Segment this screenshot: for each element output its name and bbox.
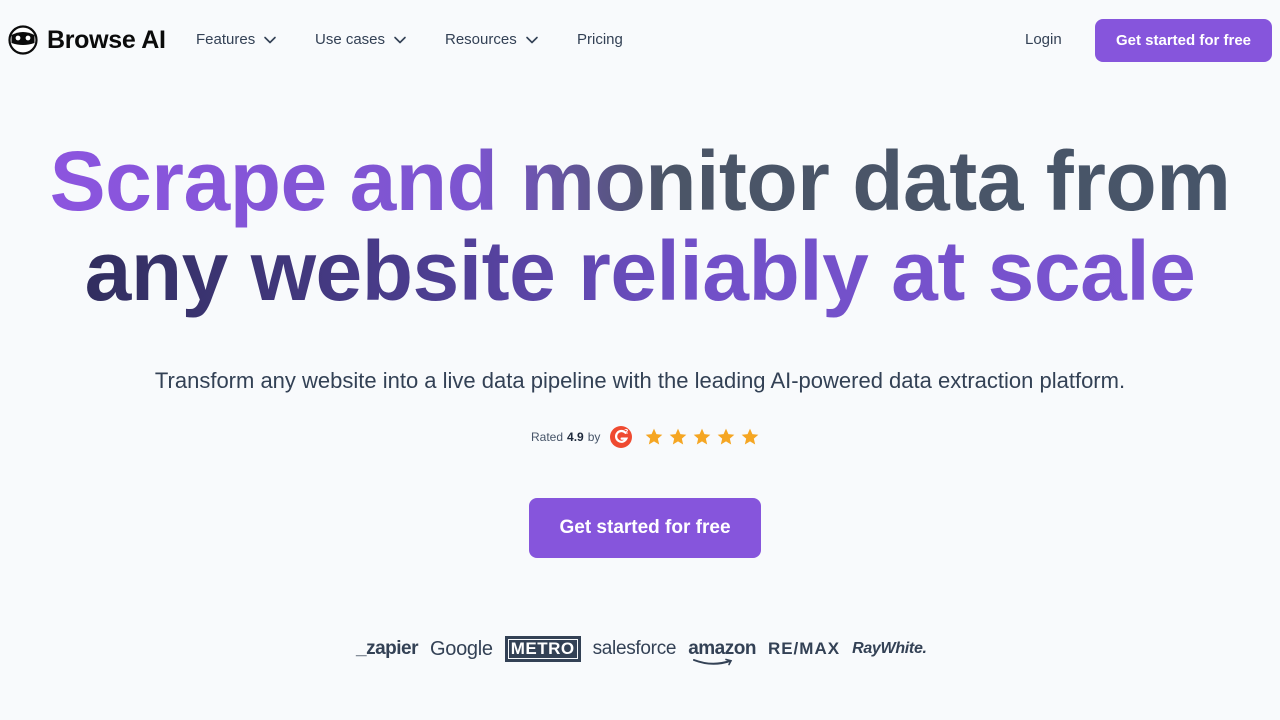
- hero-subtitle: Transform any website into a live data p…: [154, 368, 1126, 393]
- nav-item-label: Use cases: [315, 31, 386, 48]
- remax-logo: RE/MAX: [767, 639, 841, 658]
- top-navigation: Browse AI Features Use cases Resources P…: [0, 0, 1280, 82]
- hero-title-line-1: Scrape and monitor data from: [49, 134, 1231, 228]
- rating-stars: [644, 427, 760, 447]
- get-started-button-hero[interactable]: Get started for free: [529, 498, 761, 558]
- customer-logos: _zapier Google METRO salesforce amazon R…: [356, 634, 927, 666]
- nav-item-pricing[interactable]: Pricing: [577, 31, 623, 48]
- star-icon: [670, 428, 687, 445]
- star-icon: [718, 428, 735, 445]
- amazon-logo-text: amazon: [688, 638, 756, 659]
- nav-item-use-cases[interactable]: Use cases: [315, 31, 407, 48]
- get-started-button-nav[interactable]: Get started for free: [1095, 19, 1272, 62]
- star-icon: [646, 428, 663, 445]
- rating-prefix: Rated: [531, 430, 564, 444]
- zapier-logo: _zapier: [356, 638, 418, 659]
- chevron-down-icon: [525, 36, 538, 43]
- amazon-smile-icon: [693, 658, 733, 666]
- hero-title: Scrape and monitor data from any website…: [0, 136, 1280, 316]
- nav-item-resources[interactable]: Resources: [445, 31, 539, 48]
- brand-logo[interactable]: Browse AI: [8, 25, 166, 55]
- metro-logo: METRO: [504, 636, 581, 662]
- rating-value: 4.9: [567, 430, 584, 444]
- salesforce-logo: salesforce: [592, 638, 677, 659]
- nav-item-label: Features: [196, 31, 256, 48]
- nav-item-label: Pricing: [577, 31, 623, 48]
- nav-item-features[interactable]: Features: [196, 31, 277, 48]
- nav-item-label: Resources: [445, 31, 517, 48]
- hero-title-line-2: any website reliably at scale: [84, 224, 1196, 318]
- star-icon: [742, 428, 759, 445]
- amazon-logo: amazon: [688, 638, 756, 666]
- svg-text:2: 2: [625, 429, 629, 436]
- rating-by: by: [587, 430, 601, 444]
- raywhite-logo: RayWhite.: [852, 640, 927, 657]
- google-logo: Google: [429, 637, 493, 660]
- star-icon: [694, 428, 711, 445]
- g2-logo-icon: 2: [610, 426, 633, 448]
- brand-name: Browse AI: [47, 25, 166, 54]
- chevron-down-icon: [394, 36, 406, 43]
- rating-badge: Rated 4.9 by 2: [531, 426, 760, 448]
- robot-logo-icon: [8, 25, 38, 55]
- chevron-down-icon: [264, 36, 277, 43]
- login-link[interactable]: Login: [1025, 31, 1062, 48]
